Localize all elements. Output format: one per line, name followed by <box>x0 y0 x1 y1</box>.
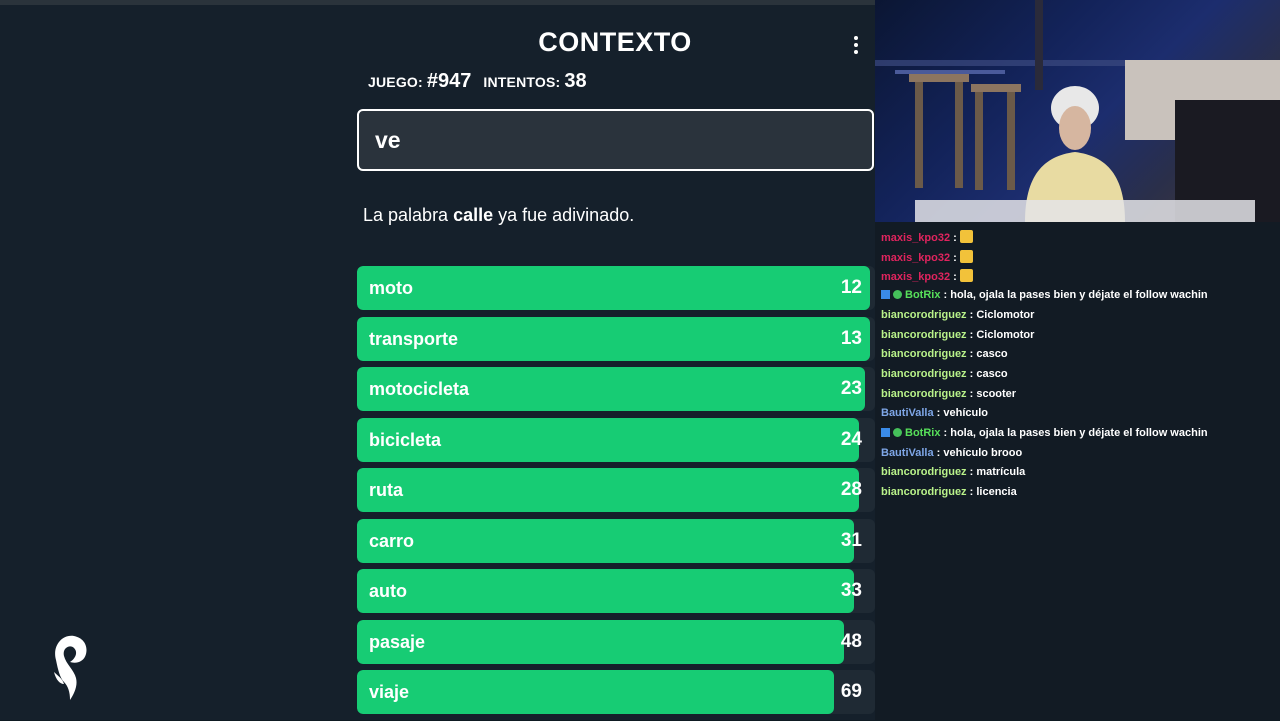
message-prefix: La palabra <box>363 205 454 225</box>
guess-row: bicicleta 24 <box>357 417 875 462</box>
chat-text: vehículo <box>943 407 988 420</box>
guess-rank: 48 <box>840 630 862 652</box>
guess-rank: 33 <box>840 580 862 602</box>
guess-word: moto <box>369 278 413 298</box>
chat-message: BautiValla : vehículo brooo <box>881 446 1023 459</box>
guess-row: ruta 28 <box>357 468 875 513</box>
chat-text: licencia <box>976 486 1017 499</box>
guess-word: motocicleta <box>369 379 470 400</box>
chat-text: hola, ojala la pases bien y déjate el fo… <box>950 427 1208 439</box>
chat-message: biancorodriguez : licencia <box>881 486 1017 499</box>
guess-word: pasaje <box>369 631 426 652</box>
chat-username[interactable]: biancorodriguez <box>881 348 967 360</box>
chat-username[interactable]: maxis_kpo32 <box>881 271 950 283</box>
closeness-bar <box>357 468 860 513</box>
bot-badge-icon <box>881 428 890 437</box>
guess-word: carro <box>369 530 415 551</box>
guess-rank: 28 <box>840 479 862 501</box>
chat-message: BautiValla : vehículo <box>881 407 988 420</box>
bot-badge-icon <box>881 290 890 300</box>
closeness-bar <box>357 619 844 664</box>
chat-username[interactable]: BautiValla <box>881 407 934 419</box>
chat-message: biancorodriguez : Ciclomotor <box>881 328 1035 341</box>
chat-message: biancorodriguez : casco <box>881 367 1008 380</box>
closeness-bar <box>357 670 834 715</box>
chat-text: matrícula <box>976 466 1026 479</box>
chat-username[interactable]: biancorodriguez <box>881 309 967 321</box>
game-title: CONTEXTO <box>538 27 692 57</box>
chat-text: Ciclomotor <box>976 308 1035 321</box>
attempts-count: 38 <box>564 70 587 92</box>
kebab-menu-icon[interactable] <box>846 31 866 59</box>
chat-message: biancorodriguez : matrícula <box>881 466 1026 479</box>
chat-message: maxis_kpo32 : <box>881 249 973 264</box>
guess-rank: 31 <box>840 529 862 551</box>
guess-row: moto 12 <box>357 266 875 310</box>
chat-text: vehículo brooo <box>943 446 1023 459</box>
guess-rank: 24 <box>840 428 862 450</box>
closeness-bar <box>357 266 870 310</box>
message-word: calle <box>453 205 494 225</box>
chat-message: maxis_kpo32 : <box>881 269 973 283</box>
emote-icon <box>959 249 973 263</box>
guess-rank: 69 <box>840 681 862 703</box>
guess-row: transporte 13 <box>357 316 875 361</box>
chat-text: hola, ojala la pases bien y déjate el fo… <box>950 289 1208 302</box>
chat-text: casco <box>976 348 1008 361</box>
guess-word: viaje <box>369 682 410 703</box>
chat-message: BotRix : hola, ojala la pases bien y déj… <box>881 427 1208 439</box>
chat-username[interactable]: biancorodriguez <box>881 388 967 400</box>
chat-username[interactable]: biancorodriguez <box>881 329 967 341</box>
guess-word: transporte <box>369 328 459 349</box>
chat-username[interactable]: biancorodriguez <box>881 466 967 478</box>
guess-rank: 13 <box>840 327 862 349</box>
chat-message: BotRix : hola, ojala la pases bien y déj… <box>881 289 1208 301</box>
chat-username[interactable]: BautiValla <box>881 447 934 459</box>
guess-row: carro 31 <box>357 518 875 563</box>
guess-rank: 12 <box>840 277 862 298</box>
guess-row: viaje 69 <box>357 670 875 715</box>
chat-text: scooter <box>976 387 1017 400</box>
chat-message: biancorodriguez : Ciclomotor <box>881 308 1035 321</box>
guess-input[interactable] <box>357 109 874 171</box>
game-number-label: JUEGO: <box>368 74 423 90</box>
chat-message: biancorodriguez : scooter <box>881 387 1017 400</box>
game-number: #947 <box>426 70 472 92</box>
message-suffix: ya fue adivinado. <box>493 205 635 225</box>
chat-username[interactable]: maxis_kpo32 <box>881 232 950 244</box>
guess-list: moto 12 transporte 13 motocicleta 23 bicicleta… <box>357 266 875 721</box>
chat-username[interactable]: maxis_kpo32 <box>881 252 950 264</box>
chat-text: casco <box>976 367 1008 380</box>
chat-username[interactable]: biancorodriguez <box>881 486 967 498</box>
guess-row: motocicleta 23 <box>357 367 875 412</box>
chat-username[interactable]: BotRix <box>905 427 940 439</box>
webcam-overlay <box>875 0 1280 222</box>
game-info: JUEGO: #947 INTENTOS: 38 <box>368 70 587 93</box>
verified-badge-icon <box>893 290 902 300</box>
status-message: La palabra calle ya fue adivinado. <box>363 205 634 226</box>
streamer-logo-icon <box>54 635 87 700</box>
guess-word: bicicleta <box>369 429 442 450</box>
closeness-bar <box>357 569 855 614</box>
emote-icon <box>959 269 973 283</box>
guess-word: auto <box>369 581 407 602</box>
guess-word: ruta <box>369 480 404 501</box>
verified-badge-icon <box>893 428 902 437</box>
guess-rank: 23 <box>840 378 862 400</box>
emote-icon <box>959 230 973 243</box>
guess-row: auto 33 <box>357 569 875 614</box>
attempts-label: INTENTOS: <box>483 74 561 90</box>
chat-text: Ciclomotor <box>976 328 1035 341</box>
closeness-bar <box>357 518 855 563</box>
chat-username[interactable]: biancorodriguez <box>881 368 967 380</box>
chat-message: maxis_kpo32 : <box>881 230 973 244</box>
chat-message: biancorodriguez : casco <box>881 348 1008 361</box>
chat-username[interactable]: BotRix <box>905 289 940 301</box>
guess-row: pasaje 48 <box>357 619 875 664</box>
stream-chat: maxis_kpo32 : maxis_kpo32 : maxis_kpo32 … <box>875 222 1280 720</box>
